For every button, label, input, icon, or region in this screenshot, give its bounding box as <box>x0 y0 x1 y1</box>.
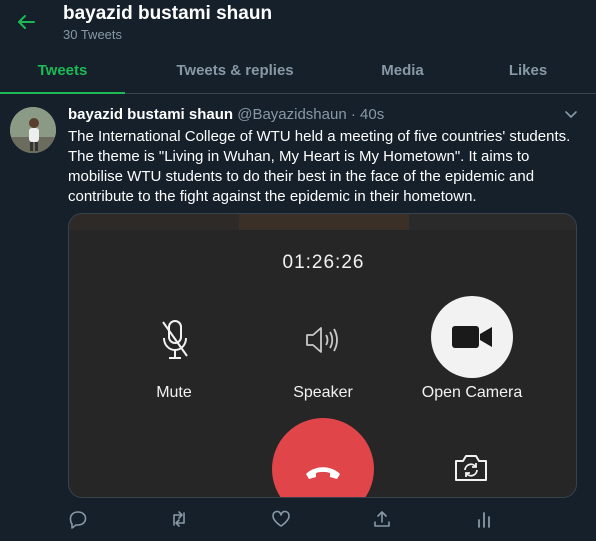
tweet-author-name[interactable]: bayazid bustami shaun <box>68 106 233 123</box>
retweet-icon[interactable] <box>169 509 189 529</box>
share-icon[interactable] <box>372 509 392 529</box>
reply-icon[interactable] <box>68 509 88 529</box>
tweet-handle[interactable]: @Bayazidshaun <box>237 106 346 123</box>
video-thumbnail-strip <box>409 214 576 230</box>
video-thumbnail-strip <box>239 214 409 230</box>
like-icon[interactable] <box>271 509 291 529</box>
video-camera-icon[interactable] <box>431 296 513 378</box>
speaker-label: Speaker <box>293 384 353 401</box>
tweet-actions <box>68 509 588 533</box>
arrow-left-icon[interactable] <box>14 10 38 34</box>
tweet-header: bayazid bustami shaun @Bayazidshaun · 40… <box>68 106 384 123</box>
tweet-count: 30 Tweets <box>63 27 123 42</box>
tab-media[interactable]: Media <box>345 48 460 93</box>
open-camera-label: Open Camera <box>421 384 523 401</box>
tab-tweets[interactable]: Tweets <box>0 48 125 94</box>
call-timer: 01:26:26 <box>282 252 365 273</box>
hang-up-button[interactable] <box>272 418 374 497</box>
profile-title: bayazid bustami shaun <box>63 3 273 24</box>
tweet-time[interactable]: 40s <box>360 106 384 123</box>
analytics-icon[interactable] <box>474 509 494 529</box>
profile-header: bayazid bustami shaun 30 Tweets <box>0 0 596 48</box>
tweet-separator: · <box>350 106 356 123</box>
phone-hangup-icon <box>306 467 340 479</box>
chevron-down-icon[interactable] <box>562 106 580 124</box>
tweet-media-call-screenshot[interactable]: 01:26:26 Mute Speaker Open Camera <box>68 213 577 498</box>
avatar[interactable] <box>10 107 56 153</box>
camera-flip-icon <box>453 453 489 483</box>
tweet-text: The International College of WTU held a … <box>68 128 571 205</box>
tab-tweets-and-replies[interactable]: Tweets & replies <box>125 48 345 93</box>
speaker-icon <box>303 320 343 360</box>
tab-likes[interactable]: Likes <box>460 48 596 93</box>
mute-label: Mute <box>156 384 192 401</box>
microphone-muted-icon <box>160 318 190 362</box>
profile-tabs: Tweets Tweets & replies Media Likes <box>0 48 596 94</box>
video-thumbnail-strip <box>69 214 239 230</box>
